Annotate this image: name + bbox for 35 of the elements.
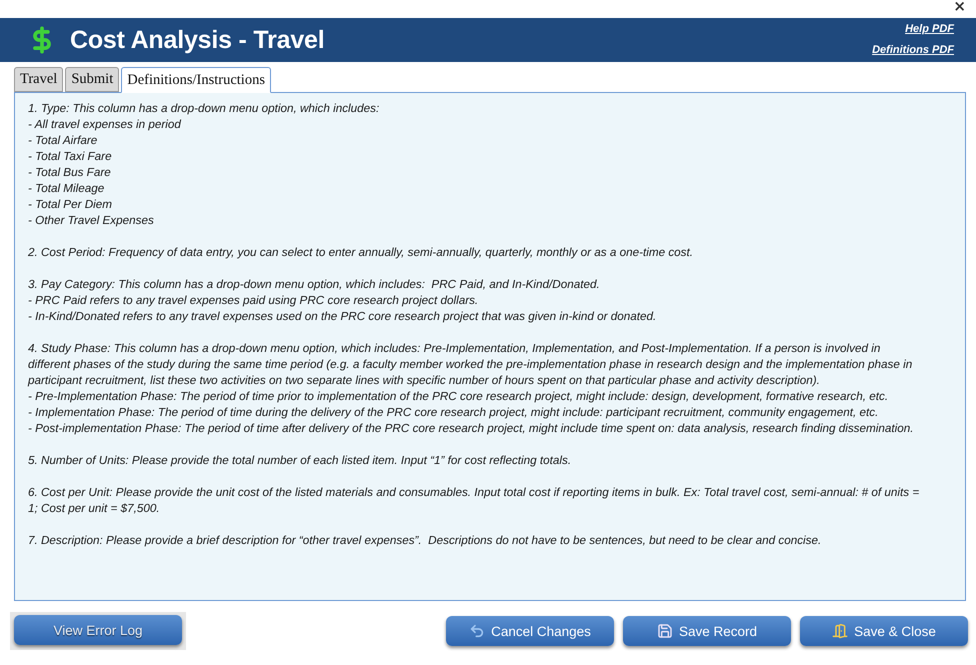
instruction-text: - Implementation Phase: The period of time during the delivery of the PRC core research project, might include: participant recruitment, community engagement, etc. <box>28 405 880 421</box>
button-label: Save Record <box>678 624 758 638</box>
instruction-text: 2. Cost Period: Frequency of data entry, you can select to enter annually, semi-annually, quarterly, monthly or as a one-time cost. <box>28 245 694 261</box>
instruction-text: 7. Description: Please provide a brief description for “other travel expenses”. Descriptions do not have to be sentences, but need to be clear and concise. <box>28 533 822 549</box>
instruction-text: 1. Type: This column has a drop-down menu option, which includes: <box>28 101 380 117</box>
instruction-text: - Post-implementation Phase: The period of time after delivery of the PRC core research project, might include time spent on: data analysis, research finding dissemination. <box>28 421 914 437</box>
button-label: Cancel Changes <box>491 624 591 638</box>
pdf-link[interactable]: Help PDF <box>905 23 954 36</box>
pdf-link[interactable]: Definitions PDF <box>872 44 954 57</box>
instruction-text: - Other Travel Expenses <box>28 213 155 229</box>
cancel-changes-button[interactable]: Cancel Changes <box>446 616 614 646</box>
instruction-text: - Pre-Implementation Phase: The period of time prior to implementation of the PRC core research project, might include: design, development, formative research, etc. <box>28 389 890 405</box>
undo-icon <box>469 623 486 639</box>
instruction-text: - All travel expenses in period <box>28 117 182 133</box>
tab[interactable]: Travel <box>14 67 64 92</box>
instruction-text: 5. Number of Units: Please provide the total number of each listed item. Input “1” for cost reflecting totals. <box>28 453 572 469</box>
close-button[interactable]: × <box>953 0 966 13</box>
tab[interactable]: Submit <box>65 67 120 92</box>
instruction-text: - Total Mileage <box>28 181 106 197</box>
instruction-text: - Total Bus Fare <box>28 165 112 181</box>
instruction-text: 3. Pay Category: This column has a drop-down menu option, which includes: PRC Paid, and In-Kind/Donated. <box>28 277 601 293</box>
instruction-text: - In-Kind/Donated refers to any travel expenses used on the PRC core research project that was given in-kind or donated. <box>28 309 658 325</box>
instruction-text: 6. Cost per Unit: Please provide the unit cost of the listed materials and consumables. Input total cost if reporting items in bulk. Ex: Total travel cost, semi-annual: # of units = 1; Cost per unit = $7,500. <box>28 485 920 517</box>
save-record-button[interactable]: Save Record <box>623 616 791 646</box>
instruction-text: 4. Study Phase: This column has a drop-down menu option, which includes: Pre-Implementation, Implementation, and Post-Implementation. If a person is involved in different phases of the study during the same time period (e.g. a faculty member worked the pre-implementation phase in research design and the implementation phase in participant recruitment, list these two activities on two separate lines with specific number of hours spent on that particular phase and activity description). <box>28 341 914 389</box>
instruction-text: - Total Taxi Fare <box>28 149 113 165</box>
button-label: Save & Close <box>854 624 936 638</box>
door-icon <box>832 623 848 639</box>
instruction-text: - Total Per Diem <box>28 197 114 213</box>
view-error-log-button[interactable]: View Error Log <box>14 615 182 645</box>
save-close-button[interactable]: Save & Close <box>800 616 968 646</box>
instruction-text: - PRC Paid refers to any travel expenses paid using PRC core research project dollars. <box>28 293 480 309</box>
page-title: Cost Analysis - Travel <box>70 26 326 54</box>
instruction-text: - Total Airfare <box>28 133 98 149</box>
tab[interactable]: Definitions/Instructions <box>121 67 271 93</box>
